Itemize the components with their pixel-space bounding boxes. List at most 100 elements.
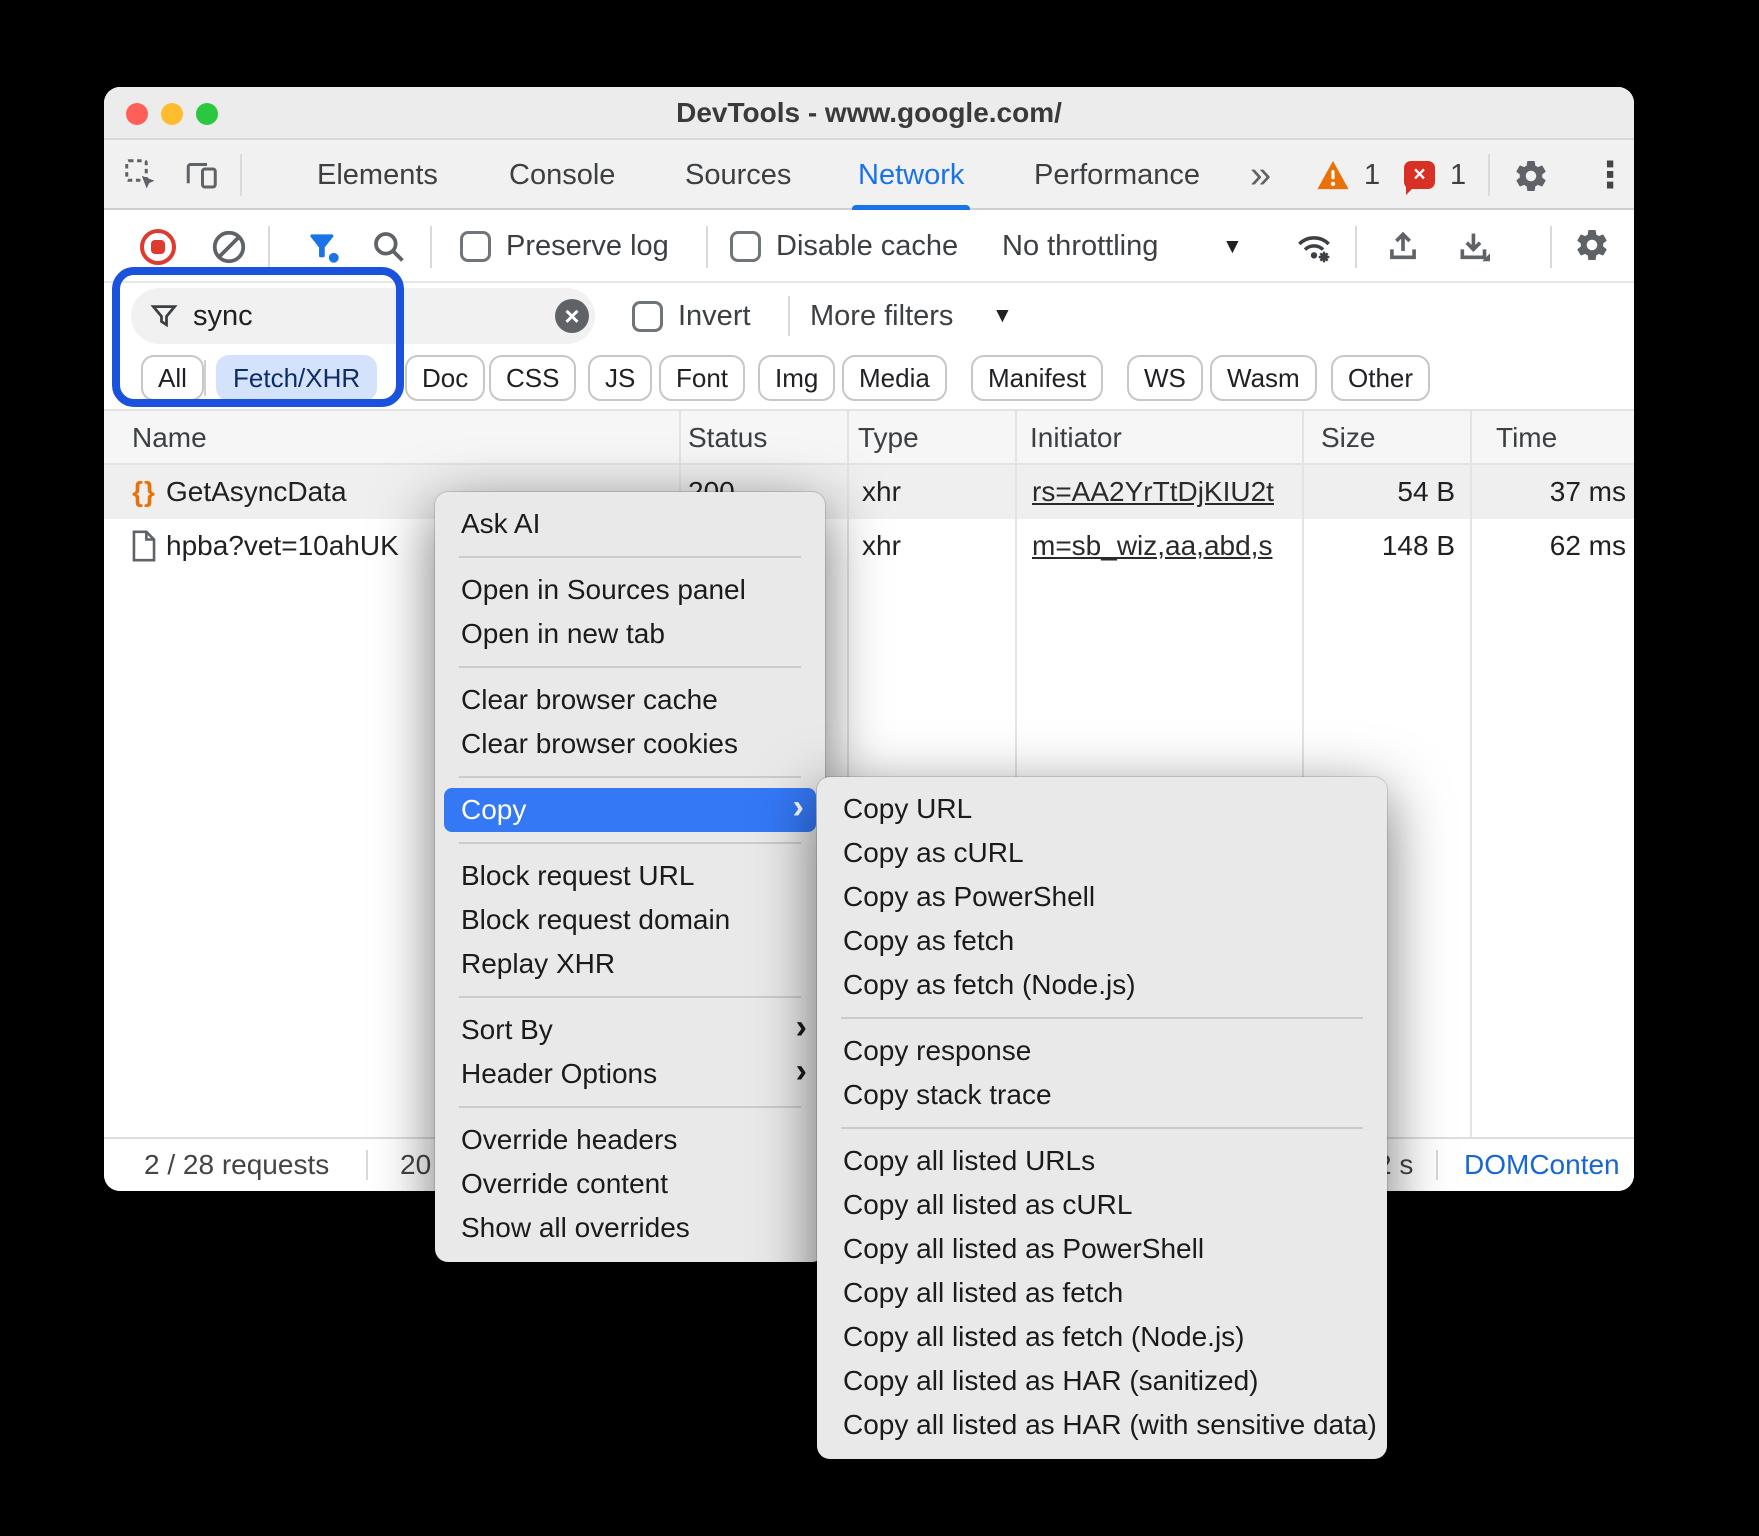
- preserve-log-checkbox[interactable]: [460, 231, 491, 262]
- resource-type-chip[interactable]: Manifest: [971, 355, 1103, 401]
- context-menu-item[interactable]: Override content ›: [435, 1162, 825, 1206]
- panel-tab[interactable]: Console: [503, 140, 621, 210]
- inspect-element-icon[interactable]: [122, 156, 160, 194]
- column-header-size[interactable]: Size: [1321, 411, 1375, 465]
- request-initiator-link[interactable]: rs=AA2YrTtDjKIU2t: [1032, 465, 1296, 519]
- copy-submenu-item[interactable]: Copy all listed as fetch: [817, 1271, 1387, 1315]
- error-icon[interactable]: ×: [1404, 161, 1435, 189]
- settings-gear-icon[interactable]: [1512, 157, 1550, 195]
- error-count[interactable]: 1: [1450, 140, 1466, 210]
- resource-type-chip[interactable]: Doc: [405, 355, 485, 401]
- panel-tab[interactable]: Performance: [1028, 140, 1206, 210]
- copy-submenu-item[interactable]: Copy as cURL: [817, 831, 1387, 875]
- copy-submenu-item[interactable]: [841, 1017, 1363, 1019]
- resource-type-chip[interactable]: Img: [758, 355, 835, 401]
- copy-submenu-item[interactable]: Copy response: [817, 1029, 1387, 1073]
- throttling-select[interactable]: No throttling: [1002, 210, 1158, 283]
- document-icon: [126, 519, 162, 573]
- column-header-name[interactable]: Name: [132, 411, 207, 465]
- copy-submenu-item[interactable]: Copy as fetch: [817, 919, 1387, 963]
- column-header-initiator[interactable]: Initiator: [1030, 411, 1122, 465]
- filter-input[interactable]: sync ×: [131, 288, 595, 344]
- context-menu-item[interactable]: Copy ›: [444, 788, 816, 832]
- request-initiator-link[interactable]: m=sb_wiz,aa,abd,s: [1032, 519, 1296, 573]
- resource-type-chip[interactable]: Wasm: [1210, 355, 1317, 401]
- context-menu-item[interactable]: ›: [459, 1106, 801, 1108]
- resource-type-chip[interactable]: All: [141, 355, 204, 401]
- record-network-log-button[interactable]: [140, 229, 176, 265]
- context-menu-item[interactable]: Open in Sources panel ›: [435, 568, 825, 612]
- copy-submenu-item[interactable]: Copy as PowerShell: [817, 875, 1387, 919]
- resource-type-chip[interactable]: [204, 360, 206, 396]
- resource-type-chip[interactable]: Media: [842, 355, 947, 401]
- resource-type-chip[interactable]: JS: [588, 355, 652, 401]
- resource-type-chip[interactable]: Other: [1331, 355, 1430, 401]
- resource-type-chip[interactable]: Fetch/XHR: [216, 355, 377, 401]
- warning-count[interactable]: 1: [1364, 140, 1380, 210]
- table-row[interactable]: {} GetAsyncData 200 xhr rs=AA2YrTtDjKIU2…: [104, 465, 1634, 519]
- network-settings-gear-icon[interactable]: [1574, 227, 1610, 263]
- column-header-status[interactable]: Status: [688, 411, 767, 465]
- copy-submenu-item[interactable]: Copy all listed as fetch (Node.js): [817, 1315, 1387, 1359]
- context-menu-item[interactable]: Clear browser cache ›: [435, 678, 825, 722]
- context-menu-item[interactable]: Clear browser cookies ›: [435, 722, 825, 766]
- clear-network-log-icon[interactable]: [210, 228, 248, 266]
- divider: [706, 226, 708, 268]
- panel-tab[interactable]: Sources: [679, 140, 797, 210]
- request-table-rows: {} GetAsyncData 200 xhr rs=AA2YrTtDjKIU2…: [104, 465, 1634, 573]
- context-menu-item[interactable]: ›: [459, 666, 801, 668]
- context-menu-item[interactable]: ›: [459, 776, 801, 778]
- copy-submenu-item[interactable]: Copy all listed as PowerShell: [817, 1227, 1387, 1271]
- request-size: 148 B: [1382, 519, 1455, 573]
- network-conditions-icon[interactable]: [1294, 227, 1334, 267]
- preserve-log-label[interactable]: Preserve log: [506, 210, 669, 283]
- copy-submenu-item[interactable]: Copy all listed as cURL: [817, 1183, 1387, 1227]
- main-menu-kebab-icon[interactable]: ⋮: [1592, 140, 1628, 210]
- context-menu-item[interactable]: ›: [459, 556, 801, 558]
- panel-tab[interactable]: Elements: [311, 140, 444, 210]
- filter-funnel-icon[interactable]: [304, 228, 342, 266]
- network-toolbar: Preserve log Disable cache No throttling…: [104, 210, 1634, 283]
- panel-tab[interactable]: Network: [852, 140, 970, 210]
- disable-cache-checkbox[interactable]: [730, 231, 761, 262]
- copy-submenu-item[interactable]: Copy all listed as HAR (with sensitive d…: [817, 1403, 1387, 1447]
- copy-submenu-item[interactable]: Copy all listed URLs: [817, 1139, 1387, 1183]
- search-icon[interactable]: [370, 228, 408, 266]
- context-menu-item[interactable]: Header Options ›: [435, 1052, 825, 1096]
- context-menu-item[interactable]: Block request URL ›: [435, 854, 825, 898]
- copy-submenu-item[interactable]: Copy URL: [817, 787, 1387, 831]
- device-toolbar-icon[interactable]: [182, 156, 220, 194]
- invert-checkbox[interactable]: [632, 301, 663, 332]
- more-filters-button[interactable]: More filters: [810, 283, 953, 349]
- context-menu-item[interactable]: Sort By ›: [435, 1008, 825, 1052]
- more-tabs-icon[interactable]: »: [1250, 140, 1267, 210]
- context-menu-item[interactable]: Replay XHR ›: [435, 942, 825, 986]
- copy-submenu-item[interactable]: Copy all listed as HAR (sanitized): [817, 1359, 1387, 1403]
- context-menu-item[interactable]: Block request domain ›: [435, 898, 825, 942]
- copy-submenu-item[interactable]: Copy as fetch (Node.js): [817, 963, 1387, 1007]
- context-menu-item[interactable]: Ask AI ›: [435, 502, 825, 546]
- copy-submenu-item[interactable]: Copy stack trace: [817, 1073, 1387, 1117]
- copy-submenu-item[interactable]: [841, 1127, 1363, 1129]
- context-menu-item[interactable]: Open in new tab ›: [435, 612, 825, 656]
- resource-type-chip[interactable]: CSS: [489, 355, 576, 401]
- table-row[interactable]: {} hpba?vet=10ahUK xhr m=sb_wiz,aa,abd,s…: [104, 519, 1634, 573]
- request-time: 37 ms: [1550, 465, 1626, 519]
- filter-row: sync × Invert More filters ▼: [104, 283, 1634, 349]
- export-har-icon[interactable]: [1456, 228, 1494, 266]
- requests-count: 2 / 28 requests: [144, 1139, 329, 1191]
- disable-cache-label[interactable]: Disable cache: [776, 210, 958, 283]
- column-header-type[interactable]: Type: [858, 411, 919, 465]
- context-menu-item[interactable]: Show all overrides ›: [435, 1206, 825, 1250]
- column-header-time[interactable]: Time: [1496, 411, 1557, 465]
- clear-filter-icon[interactable]: ×: [555, 299, 589, 333]
- context-menu-item[interactable]: ›: [459, 996, 801, 998]
- invert-label[interactable]: Invert: [678, 283, 751, 349]
- resource-type-chip[interactable]: WS: [1127, 355, 1203, 401]
- import-har-icon[interactable]: [1384, 228, 1422, 266]
- resource-type-chip[interactable]: Font: [659, 355, 745, 401]
- error-x-glyph: ×: [1413, 163, 1425, 187]
- context-menu-item[interactable]: ›: [459, 842, 801, 844]
- context-menu-item[interactable]: Override headers ›: [435, 1118, 825, 1162]
- warning-icon[interactable]: [1316, 159, 1350, 191]
